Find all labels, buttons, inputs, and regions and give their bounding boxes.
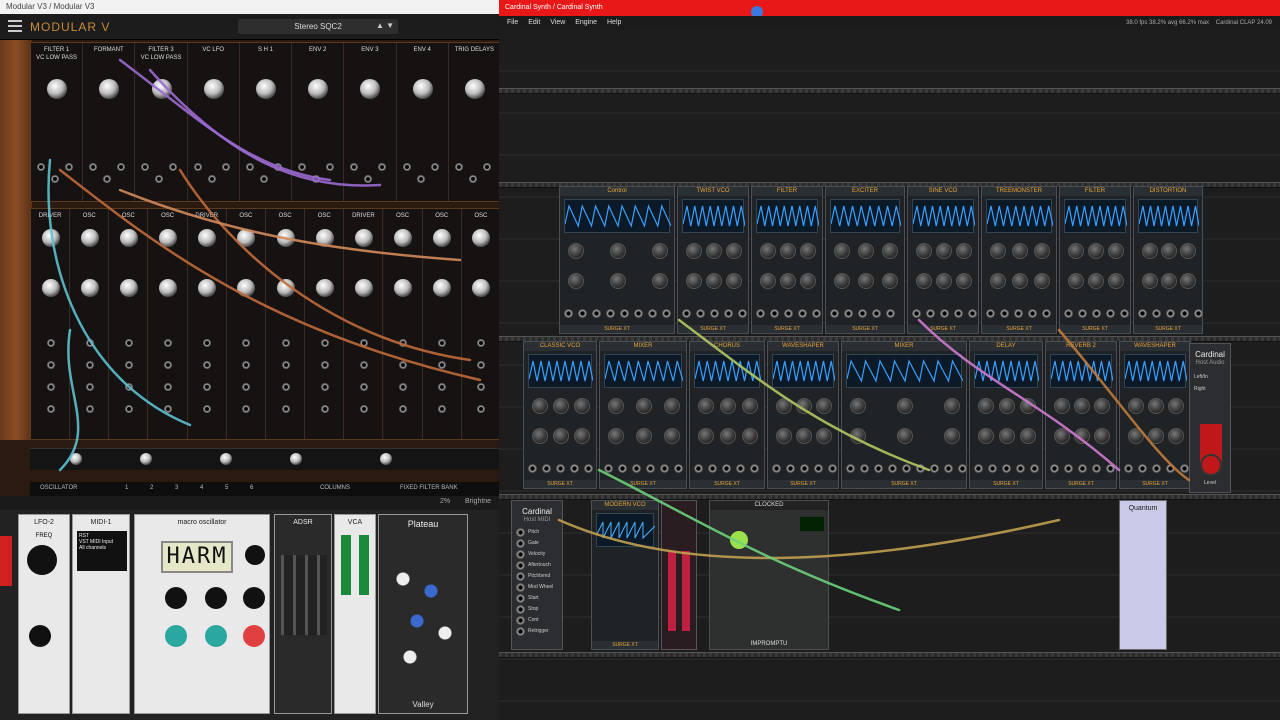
fine-knob[interactable]: [165, 587, 187, 609]
right-cables: [557, 318, 1191, 612]
harm-display[interactable]: HARM: [161, 541, 233, 573]
cable-purple: [148, 68, 382, 187]
timbre-knob[interactable]: [165, 625, 187, 647]
lfo2-module: LFO-2 FREQ: [18, 514, 70, 714]
vca-meter: [359, 535, 369, 595]
lfo2-freq-label: FREQ: [35, 533, 53, 539]
cable-cyan: [47, 158, 192, 427]
macro-osc-module: macro oscillator HARM: [134, 514, 270, 714]
midi1-display[interactable]: RST VST MIDI Input All channels: [77, 531, 127, 571]
midi1-title: MIDI-1: [90, 519, 112, 526]
lfo2-freq-knob[interactable]: [27, 545, 57, 575]
left-cables: [47, 58, 482, 472]
vca-module: VCA: [334, 514, 376, 714]
vca-title: VCA: [347, 519, 363, 526]
plateau-knobs[interactable]: [389, 555, 459, 675]
modular-v-window: Modular V3 / Modular V3 ♡ MODULAR V Ster…: [0, 0, 499, 496]
adsr-title: ADSR: [293, 519, 313, 526]
lfo2-title: LFO-2: [34, 519, 54, 526]
color-knob[interactable]: [243, 625, 265, 647]
cable-green: [597, 468, 901, 612]
plateau-module: Plateau Valley: [378, 514, 468, 714]
coarse-knob[interactable]: [205, 587, 227, 609]
zoom-level[interactable]: 2%: [440, 498, 450, 505]
cable-orange: [118, 188, 462, 262]
red-side-tab: [0, 536, 12, 586]
brightness-label: Brightne: [465, 498, 492, 505]
modulation-knob[interactable]: [205, 625, 227, 647]
fm-knob[interactable]: [243, 587, 265, 609]
cardinal-window: Cardinal Synth / Cardinal Synth File Edi…: [499, 0, 1280, 720]
lfo2-fmcv-knob[interactable]: [29, 625, 51, 647]
plateau-brand: Valley: [412, 700, 434, 709]
rack-toolbar: 2% Brightne: [0, 496, 499, 510]
cable-cyan: [58, 328, 80, 472]
vcv-rack-area: 2% Brightne LFO-2 FREQ MIDI-1 RST VST MI…: [0, 496, 499, 720]
midi1-module: MIDI-1 RST VST MIDI Input All channels: [72, 514, 130, 714]
vca-meter: [341, 535, 351, 595]
cable-pink: [917, 318, 1121, 472]
macro-osc-title: macro oscillator: [177, 519, 227, 526]
cable-purple: [118, 58, 332, 182]
cable-tan: [557, 518, 1061, 560]
edit-knob[interactable]: [245, 545, 265, 565]
adsr-sliders[interactable]: [281, 555, 327, 635]
cable-yellow: [677, 318, 931, 472]
adsr-module: ADSR: [274, 514, 332, 714]
midi-channel: All channels: [79, 545, 106, 551]
cable-orange: [1057, 328, 1191, 482]
plateau-title: Plateau: [407, 519, 439, 529]
